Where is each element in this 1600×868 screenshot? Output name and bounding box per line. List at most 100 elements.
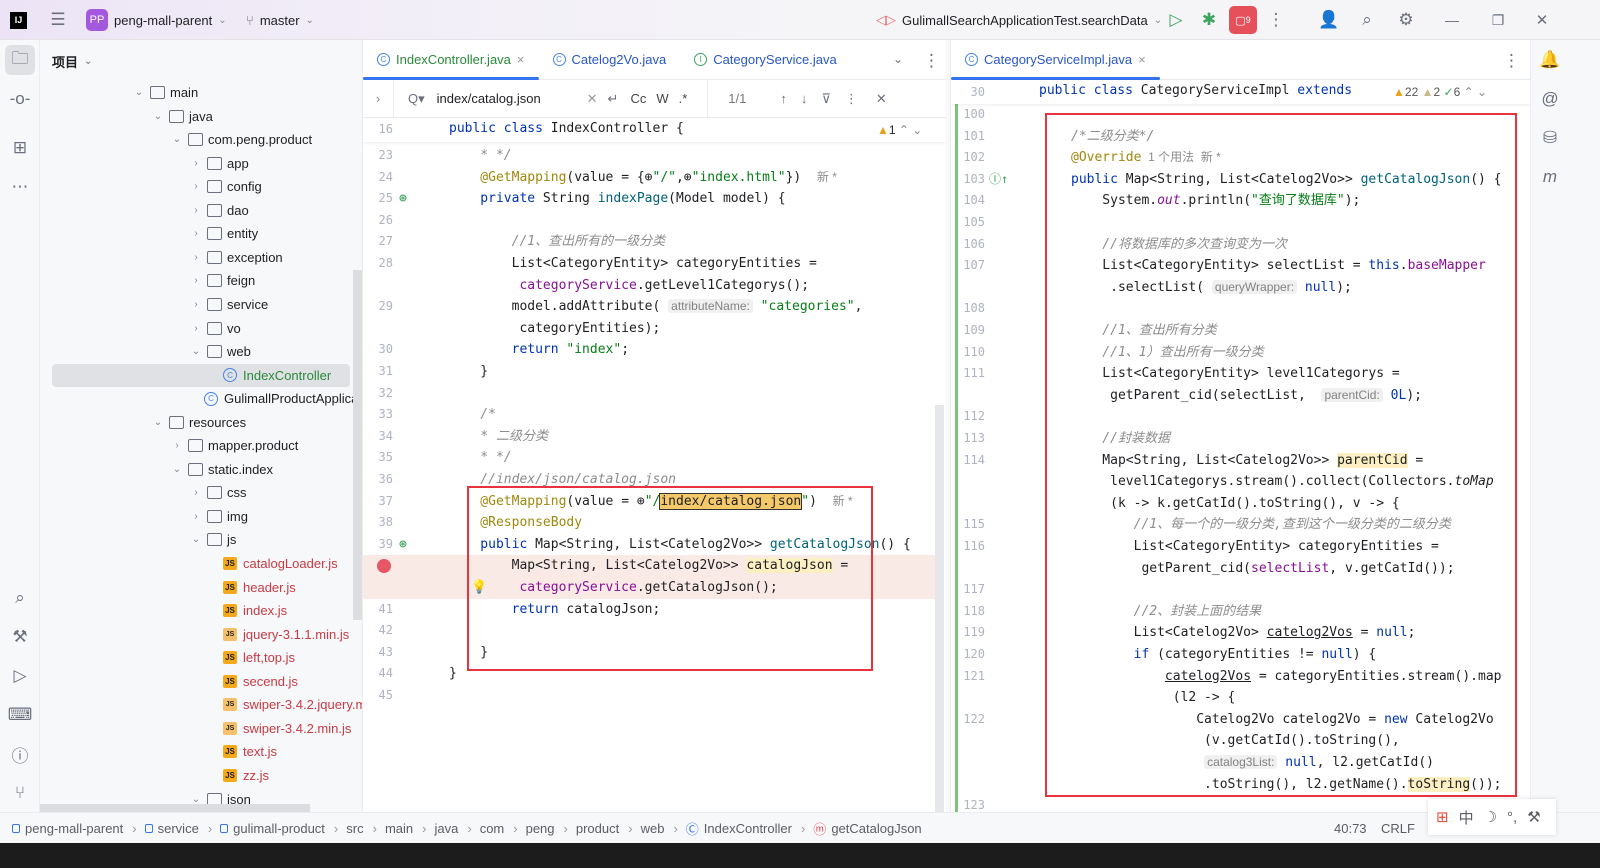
code-line[interactable]: 💡 categoryService.getCatalogJson(); <box>363 577 935 599</box>
match-case-toggle[interactable]: Cc <box>630 91 646 106</box>
tree-item-indexcontroller[interactable]: C IndexController <box>52 363 350 387</box>
filter-icon[interactable]: ⊽ <box>821 91 831 107</box>
code-line[interactable]: 113 //封装数据 <box>951 428 1521 450</box>
code-line[interactable]: (v.getCatId().toString(), <box>951 730 1521 752</box>
tree-item-app[interactable]: › app <box>52 152 350 175</box>
settings-icon[interactable]: ⚙ <box>1395 0 1417 40</box>
terminal-icon[interactable]: ⌨ <box>5 700 35 730</box>
next-match-icon[interactable]: ↓ <box>801 91 808 106</box>
code-line[interactable]: 44} <box>363 663 935 685</box>
code-line[interactable]: 34 * 二级分类 <box>363 426 935 448</box>
code-line[interactable]: (k -> k.getCatId().toString(), v -> { <box>951 493 1521 515</box>
ai-assistant-icon[interactable]: @ <box>1535 84 1565 114</box>
code-line[interactable]: 43 } <box>363 642 935 664</box>
more-icon[interactable]: ⋮ <box>923 51 940 71</box>
chevron-down-icon[interactable]: ⌄ <box>190 794 202 805</box>
tree-item-service[interactable]: › service <box>52 293 350 316</box>
code-line[interactable]: 114 Map<String, List<Catelog2Vo>> parent… <box>951 450 1521 472</box>
tree-item-resources[interactable]: ⌄ resources <box>52 411 350 434</box>
database-icon[interactable]: ⛁ <box>1535 123 1565 153</box>
tab-catelog2vo-java[interactable]: C Catelog2Vo.java <box>539 40 681 80</box>
tree-item-java[interactable]: ⌄ java <box>52 105 350 128</box>
tree-item-static-index[interactable]: ⌄ static.index <box>52 458 350 481</box>
chevron-down-icon[interactable]: ⌄ <box>190 534 202 545</box>
breadcrumb-item[interactable]: gulimall-product › <box>220 819 338 838</box>
regex-toggle[interactable]: .* <box>679 91 688 106</box>
branch-selector[interactable]: ⑂ master ⌄ <box>246 0 314 40</box>
project-tool-icon[interactable]: 🗀 <box>5 45 35 75</box>
tree-item-header-js[interactable]: JS header.js <box>52 576 350 599</box>
tree-item-com-peng-product[interactable]: ⌄ com.peng.product <box>52 128 350 151</box>
code-line[interactable]: 115 //1、每一个的一级分类,查到这个一级分类的二级分类 <box>951 514 1521 536</box>
code-line[interactable]: 38 @ResponseBody <box>363 512 935 534</box>
tree-item-gulimallproductapplication[interactable]: C GulimallProductApplication <box>52 387 362 410</box>
tree-item-index-js[interactable]: JS index.js <box>52 599 350 622</box>
tab-indexcontroller-java[interactable]: C IndexController.java × <box>363 40 539 80</box>
breakpoint-icon[interactable] <box>377 559 391 574</box>
restore-icon[interactable]: ❐ <box>1486 0 1510 40</box>
code-line[interactable]: 100 <box>951 104 1521 126</box>
code-line[interactable]: 31 } <box>363 361 935 383</box>
tab-categoryserviceimpl-java[interactable]: C CategoryServiceImpl.java × <box>951 40 1160 80</box>
breadcrumb-item[interactable]: ⓜ getCatalogJson <box>813 819 921 838</box>
code-line[interactable]: 111 List<CategoryEntity> level1Categorys… <box>951 363 1521 385</box>
code-line[interactable]: 107 List<CategoryEntity> selectList = th… <box>951 255 1521 277</box>
code-line[interactable]: 110 //1、1）查出所有一级分类 <box>951 342 1521 364</box>
code-line[interactable]: 24 @GetMapping(value = {⊕"/",⊕"index.htm… <box>363 167 935 189</box>
tree-item-web[interactable]: ⌄ web <box>52 340 350 363</box>
tree-item-main[interactable]: ⌄ main <box>52 81 350 104</box>
inspection-widget[interactable]: ▲22 ▲2 ✓6 ⌃ ⌄ <box>1393 85 1487 99</box>
editor-scrollbar[interactable] <box>935 405 944 812</box>
tree-item-zz-js[interactable]: JS zz.js <box>52 764 350 787</box>
code-line[interactable]: 120 if (categoryEntities != null) { <box>951 644 1521 666</box>
tree-item-config[interactable]: › config <box>52 175 350 198</box>
code-line[interactable]: 36 //index/json/catalog.json <box>363 469 935 491</box>
code-line[interactable]: 108 <box>951 298 1521 320</box>
stop-button[interactable]: ▢ 9 <box>1229 6 1257 34</box>
chevron-down-icon[interactable]: ⌄ <box>152 417 164 428</box>
close-find-icon[interactable]: ✕ <box>876 91 887 107</box>
tree-item-img[interactable]: › img <box>52 505 350 528</box>
code-line[interactable]: 117 <box>951 579 1521 601</box>
chevron-right-icon[interactable]: › <box>190 511 202 522</box>
code-line[interactable]: 28 List<CategoryEntity> categoryEntities… <box>363 253 935 275</box>
code-line[interactable]: 33 /* <box>363 404 935 426</box>
tree-item-left-top-js[interactable]: JS left,top.js <box>52 646 350 669</box>
chevron-right-icon[interactable]: › <box>171 440 183 451</box>
code-line[interactable]: getParent_cid(selectList, parentCid: 0L)… <box>951 385 1521 407</box>
tree-item-vo[interactable]: › vo <box>52 317 350 340</box>
chevron-right-icon[interactable]: › <box>190 158 202 169</box>
code-line[interactable]: 37 @GetMapping(value = ⊕"/index/catalog.… <box>363 491 935 513</box>
chevron-right-icon[interactable]: › <box>190 275 202 286</box>
spring-bean-icon[interactable]: ⊛ <box>399 188 407 210</box>
whole-words-toggle[interactable]: W <box>656 91 668 106</box>
breadcrumb-item[interactable]: java › <box>434 819 471 838</box>
tree-item-text-js[interactable]: JS text.js <box>52 740 350 763</box>
search-icon[interactable]: ⌕ <box>1356 0 1378 40</box>
tree-item-js[interactable]: ⌄ js <box>52 528 350 551</box>
breadcrumb-item[interactable]: Ⓒ IndexController › <box>686 819 806 838</box>
tree-item-feign[interactable]: › feign <box>52 269 350 292</box>
code-line[interactable]: categoryEntities); <box>363 318 935 340</box>
services-icon[interactable]: ▷ <box>5 661 35 691</box>
spring-bean-icon[interactable]: ⊛ <box>399 534 407 556</box>
more-icon[interactable]: ⋮ <box>845 91 858 107</box>
code-line[interactable]: (l2 -> { <box>951 687 1521 709</box>
breadcrumb-item[interactable]: product › <box>576 819 633 838</box>
ime-toolbar[interactable]: ⊞ 中 ☽ °, ⚒ <box>1428 799 1556 835</box>
code-line[interactable]: 101 /*二级分类*/ <box>951 126 1521 148</box>
code-line[interactable]: 23 * */ <box>363 145 935 167</box>
tree-item-swiper-3-4-2-min-js[interactable]: JS swiper-3.4.2.min.js <box>52 717 351 740</box>
close-tab-icon[interactable]: × <box>517 52 525 67</box>
chevron-right-icon[interactable]: › <box>190 487 202 498</box>
more-icon[interactable]: ⋮ <box>1503 51 1520 71</box>
chevron-down-icon[interactable]: ⌄ <box>190 346 202 357</box>
code-line[interactable]: level1Categorys.stream().collect(Collect… <box>951 471 1521 493</box>
maven-icon[interactable]: m <box>1535 162 1565 192</box>
breadcrumb-item[interactable]: src › <box>346 819 377 838</box>
git-icon[interactable]: ⑂ <box>5 778 35 808</box>
code-line[interactable]: 29 model.addAttribute( attributeName: "c… <box>363 296 935 318</box>
previous-match-icon[interactable]: ↑ <box>780 91 787 106</box>
code-line[interactable]: .toString(), l2.getName().toString()); <box>951 774 1521 796</box>
main-menu-icon[interactable]: ☰ <box>46 0 70 40</box>
